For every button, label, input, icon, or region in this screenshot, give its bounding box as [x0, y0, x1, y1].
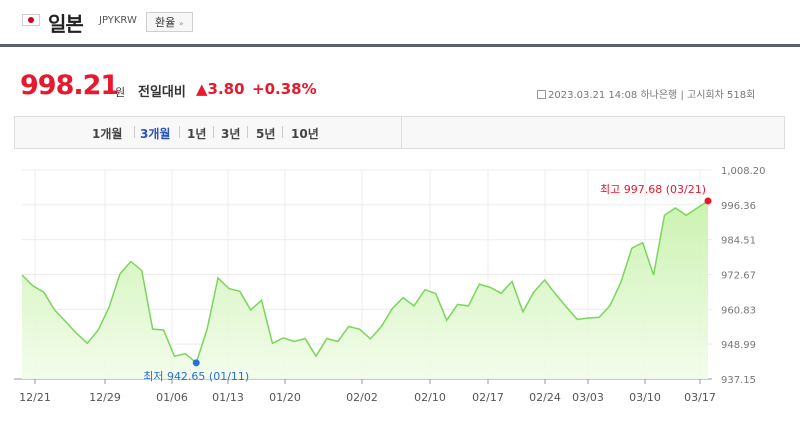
tab-10year[interactable]: 10년 [291, 125, 319, 142]
tab-separator [134, 126, 135, 138]
high-point-marker [704, 197, 712, 205]
header-divider [0, 44, 800, 47]
exchange-rate-chart: 1,008.20 996.36 984.51 972.67 960.83 948.99 93… [14, 166, 766, 404]
quote-meta: 2023.03.21 14:08 하나은행 | 고시회차 518회 [537, 86, 755, 101]
tab-1month[interactable]: 1개월 [92, 125, 122, 142]
x-tick-label: 03/03 [572, 391, 604, 404]
x-tick-label: 01/13 [212, 391, 244, 404]
x-tick-label: 12/29 [89, 391, 121, 404]
calendar-icon [537, 90, 546, 99]
currency-header: 일본 JPYKRW 환율 » [0, 0, 800, 44]
tab-5year[interactable]: 5년 [256, 125, 275, 142]
tabbar-divider [401, 117, 402, 148]
change-value: ▲3.80 [196, 80, 245, 98]
up-arrow-icon: ▲ [196, 80, 208, 98]
x-tick-label: 03/10 [629, 391, 661, 404]
x-tick-label: 12/21 [19, 391, 51, 404]
tab-3month[interactable]: 3개월 [140, 125, 170, 142]
x-tick-label: 02/24 [529, 391, 561, 404]
x-tick-label: 02/02 [346, 391, 378, 404]
change-label: 전일대비 [138, 85, 186, 100]
y-tick-label: 948.99 [721, 340, 756, 351]
tab-separator [247, 126, 248, 138]
tab-1year[interactable]: 1년 [187, 125, 206, 142]
low-point-label: 최저 942.65 (01/11) [143, 370, 249, 383]
y-tick-label: 960.83 [721, 305, 756, 316]
change-percent: +0.38% [252, 80, 317, 98]
x-tick-label: 02/10 [414, 391, 446, 404]
exchange-rate-button[interactable]: 환율 » [146, 12, 193, 32]
tab-separator [213, 126, 214, 138]
japan-flag-icon [22, 14, 40, 26]
price-area [22, 200, 708, 379]
y-tick-label: 1,008.20 [721, 166, 766, 177]
period-tabs: 1개월 3개월 1년 3년 5년 10년 [14, 116, 785, 149]
high-point-label: 최고 997.68 (03/21) [600, 183, 706, 196]
country-name: 일본 [48, 12, 84, 36]
double-chevron-right-icon: » [178, 19, 184, 28]
y-tick-label: 972.67 [721, 271, 756, 282]
x-tick-label: 01/06 [156, 391, 188, 404]
low-point-marker [192, 359, 200, 367]
quote-source: 하나은행 [640, 90, 678, 101]
y-tick-label: 996.36 [721, 201, 756, 212]
y-tick-label: 984.51 [721, 236, 756, 247]
current-price: 998.21 [20, 70, 119, 101]
quote-datetime: 2023.03.21 14:08 [548, 90, 638, 101]
price-unit: 원 [115, 86, 126, 99]
x-tick-label: 01/20 [269, 391, 301, 404]
x-tick-label: 03/17 [684, 391, 716, 404]
change-amount: 3.80 [207, 80, 245, 98]
tab-separator [282, 126, 283, 138]
x-tick-label: 02/17 [472, 391, 504, 404]
tab-separator [179, 126, 180, 138]
exchange-button-label: 환율 [155, 16, 176, 29]
currency-code: JPYKRW [99, 15, 137, 26]
y-tick-label: 937.15 [721, 375, 756, 386]
quote-notice: 고시회차 518회 [687, 90, 756, 101]
tab-3year[interactable]: 3년 [221, 125, 240, 142]
